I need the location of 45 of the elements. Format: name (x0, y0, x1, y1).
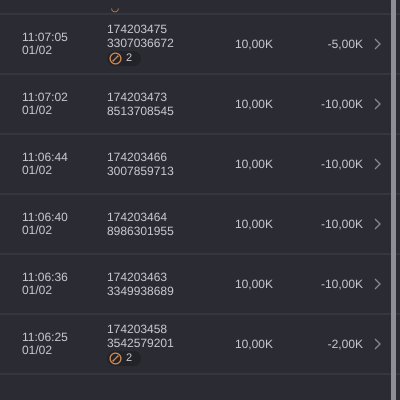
date-text: 01/02 (22, 284, 52, 297)
time-text: 11:07:05 (22, 31, 68, 44)
result-amount: -2,00K (326, 337, 363, 351)
result-amount: -5,00K (326, 37, 363, 51)
result-amount: -10,00K (320, 217, 363, 231)
date-text: 01/02 (22, 164, 52, 177)
result-amount: -10,00K (320, 157, 363, 171)
time-text: 11:06:44 (22, 151, 68, 164)
bet-id-text: 174203458 (107, 322, 168, 336)
stake-amount: 10,00K (234, 97, 273, 111)
stake-amount: 10,00K (234, 217, 273, 231)
bet-id-text: 8986301955 (107, 224, 174, 238)
bet-id-text: 3007859713 (107, 164, 174, 178)
date-text: 01/02 (22, 224, 52, 237)
date-text: 01/02 (22, 104, 52, 117)
result-amount: -10,00K (320, 277, 363, 291)
scrollbar[interactable] (391, 0, 396, 400)
bet-id-text: 174203463 (107, 270, 168, 284)
chevron-right-icon[interactable] (374, 98, 381, 110)
chevron-right-icon[interactable] (374, 218, 381, 230)
chevron-right-icon[interactable] (374, 38, 381, 50)
bet-id-text: 3307036672 (107, 36, 174, 50)
bet-id-text: 3349938689 (107, 284, 174, 298)
date-text: 01/02 (22, 44, 52, 57)
chevron-right-icon[interactable] (374, 278, 381, 290)
bet-id-text: 8513708545 (107, 104, 174, 118)
bet-id-text: 174203475 (107, 22, 168, 36)
date-text: 01/02 (22, 344, 52, 357)
time-text: 11:06:40 (22, 211, 68, 224)
result-amount: -10,00K (320, 97, 363, 111)
time-text: 11:07:02 (22, 91, 68, 104)
bet-id-text: 3542579201 (107, 336, 174, 350)
stake-amount: 10,00K (234, 277, 273, 291)
bet-count-badge: 2 (107, 51, 142, 66)
bet-id-text: 174203466 (107, 150, 168, 164)
chevron-right-icon[interactable] (374, 338, 381, 350)
stake-amount: 10,00K (234, 157, 273, 171)
stake-amount: 10,00K (234, 37, 273, 51)
bet-count-badge: 2 (107, 351, 142, 366)
time-text: 11:06:25 (22, 331, 68, 344)
time-text: 11:06:36 (22, 271, 68, 284)
bet-id-text: 174203473 (107, 90, 168, 104)
bet-id-text: 174203464 (107, 210, 168, 224)
chevron-right-icon[interactable] (374, 158, 381, 170)
stake-amount: 10,00K (234, 337, 273, 351)
